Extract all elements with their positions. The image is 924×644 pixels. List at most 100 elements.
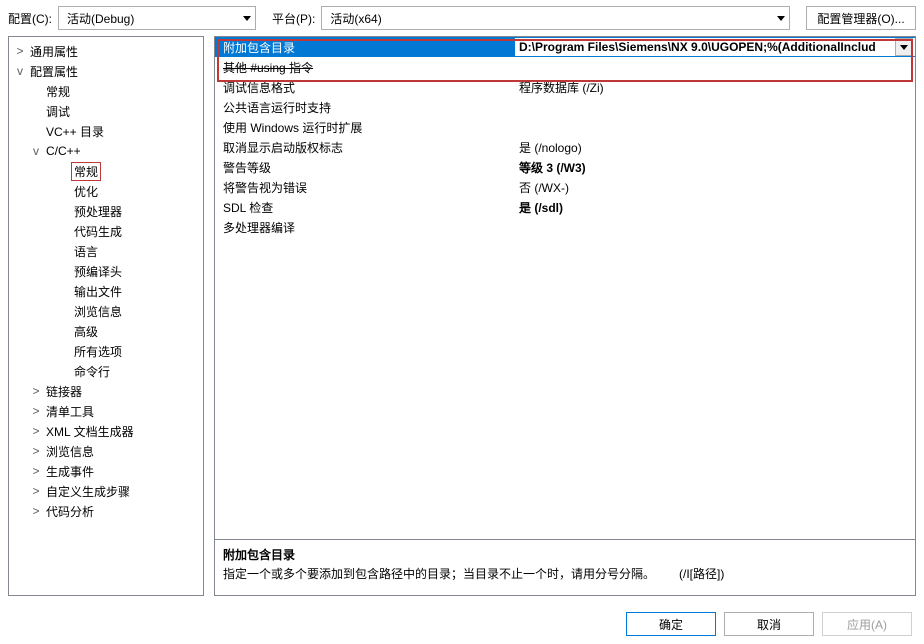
tree-label: VC++ 目录 [43, 122, 107, 141]
property-name: 附加包含目录 [215, 39, 515, 56]
tree-label: 调试 [43, 102, 73, 121]
platform-select[interactable]: 活动(x64) [321, 6, 790, 30]
property-row[interactable]: 附加包含目录D:\Program Files\Siemens\NX 9.0\UG… [215, 37, 915, 57]
tree-label: 常规 [43, 82, 73, 101]
property-row[interactable]: 公共语言运行时支持 [215, 97, 915, 117]
property-name: 其他 #using 指令 [215, 59, 515, 76]
tree-label: 预处理器 [71, 202, 125, 221]
property-row[interactable]: 多处理器编译 [215, 217, 915, 237]
tree-item[interactable]: 浏览信息 [9, 301, 203, 321]
platform-value: 活动(x64) [330, 10, 381, 27]
property-value[interactable]: 程序数据库 (/Zi) [515, 79, 915, 96]
tree-label: 通用属性 [27, 42, 81, 61]
dropdown-button[interactable] [895, 38, 913, 56]
property-row[interactable]: 警告等级等级 3 (/W3) [215, 157, 915, 177]
platform-label: 平台(P): [272, 10, 315, 27]
tree-item[interactable]: 常规 [9, 161, 203, 181]
description-panel: 附加包含目录 指定一个或多个要添加到包含路径中的目录；当目录不止一个时，请用分号… [215, 539, 915, 595]
tree-item[interactable]: vC/C++ [9, 141, 203, 161]
tree-label: 常规 [71, 162, 101, 181]
config-select[interactable]: 活动(Debug) [58, 6, 256, 30]
tree-item[interactable]: >清单工具 [9, 401, 203, 421]
tree-item[interactable]: >代码分析 [9, 501, 203, 521]
chevron-right-icon[interactable]: > [29, 504, 43, 518]
tree-label: C/C++ [43, 143, 84, 159]
tree-item[interactable]: >浏览信息 [9, 441, 203, 461]
property-name: 使用 Windows 运行时扩展 [215, 119, 515, 136]
tree-label: 配置属性 [27, 62, 81, 81]
property-row[interactable]: 其他 #using 指令 [215, 57, 915, 77]
chevron-down-icon [243, 16, 251, 21]
tree-item[interactable]: >链接器 [9, 381, 203, 401]
tree-item[interactable]: >通用属性 [9, 41, 203, 61]
tree-item[interactable]: v配置属性 [9, 61, 203, 81]
chevron-right-icon[interactable]: > [29, 484, 43, 498]
tree-item[interactable]: >生成事件 [9, 461, 203, 481]
tree-label: 预编译头 [71, 262, 125, 281]
property-name: 警告等级 [215, 159, 515, 176]
property-row[interactable]: 调试信息格式程序数据库 (/Zi) [215, 77, 915, 97]
chevron-down-icon [777, 16, 785, 21]
tree-item[interactable]: >自定义生成步骤 [9, 481, 203, 501]
tree-label: 语言 [71, 242, 101, 261]
tree-item[interactable]: 预编译头 [9, 261, 203, 281]
description-text: 指定一个或多个要添加到包含路径中的目录；当目录不止一个时，请用分号分隔。 (/I… [223, 565, 907, 582]
property-tree[interactable]: >通用属性v配置属性常规调试VC++ 目录vC/C++常规优化预处理器代码生成语… [8, 36, 204, 596]
property-name: 取消显示启动版权标志 [215, 139, 515, 156]
apply-button[interactable]: 应用(A) [822, 612, 912, 636]
chevron-right-icon[interactable]: > [29, 444, 43, 458]
property-name: 公共语言运行时支持 [215, 99, 515, 116]
config-value: 活动(Debug) [67, 10, 134, 27]
property-row[interactable]: 使用 Windows 运行时扩展 [215, 117, 915, 137]
chevron-right-icon[interactable]: > [29, 384, 43, 398]
tree-label: 高级 [71, 322, 101, 341]
chevron-down-icon [900, 45, 908, 50]
tree-item[interactable]: 调试 [9, 101, 203, 121]
property-value[interactable]: 等级 3 (/W3) [515, 159, 915, 176]
property-row[interactable]: SDL 检查是 (/sdl) [215, 197, 915, 217]
ok-button[interactable]: 确定 [626, 612, 716, 636]
config-label: 配置(C): [8, 10, 52, 27]
tree-label: 输出文件 [71, 282, 125, 301]
property-name: 多处理器编译 [215, 219, 515, 236]
tree-item[interactable]: VC++ 目录 [9, 121, 203, 141]
cancel-button[interactable]: 取消 [724, 612, 814, 636]
tree-label: 自定义生成步骤 [43, 482, 133, 501]
tree-label: 代码生成 [71, 222, 125, 241]
property-grid: 附加包含目录D:\Program Files\Siemens\NX 9.0\UG… [215, 37, 915, 539]
tree-item[interactable]: 常规 [9, 81, 203, 101]
tree-label: 优化 [71, 182, 101, 201]
property-value[interactable]: 是 (/nologo) [515, 139, 915, 156]
chevron-down-icon[interactable]: v [13, 64, 27, 78]
tree-item[interactable]: 优化 [9, 181, 203, 201]
tree-label: 链接器 [43, 382, 85, 401]
chevron-right-icon[interactable]: > [29, 424, 43, 438]
property-name: SDL 检查 [215, 199, 515, 216]
tree-label: 所有选项 [71, 342, 125, 361]
chevron-right-icon[interactable]: > [29, 464, 43, 478]
property-row[interactable]: 取消显示启动版权标志是 (/nologo) [215, 137, 915, 157]
property-row[interactable]: 将警告视为错误否 (/WX-) [215, 177, 915, 197]
tree-item[interactable]: 高级 [9, 321, 203, 341]
property-value[interactable]: 是 (/sdl) [515, 199, 915, 216]
tree-item[interactable]: 语言 [9, 241, 203, 261]
tree-label: 浏览信息 [43, 442, 97, 461]
chevron-right-icon[interactable]: > [29, 404, 43, 418]
description-title: 附加包含目录 [223, 546, 907, 563]
tree-label: XML 文档生成器 [43, 422, 137, 441]
property-value[interactable]: 否 (/WX-) [515, 179, 915, 196]
tree-item[interactable]: 输出文件 [9, 281, 203, 301]
tree-label: 生成事件 [43, 462, 97, 481]
chevron-right-icon[interactable]: > [13, 44, 27, 58]
tree-item[interactable]: 命令行 [9, 361, 203, 381]
config-manager-button[interactable]: 配置管理器(O)... [806, 6, 916, 30]
property-value[interactable]: D:\Program Files\Siemens\NX 9.0\UGOPEN;%… [515, 38, 915, 56]
tree-item[interactable]: 预处理器 [9, 201, 203, 221]
chevron-down-icon[interactable]: v [29, 144, 43, 158]
tree-item[interactable]: 代码生成 [9, 221, 203, 241]
property-name: 将警告视为错误 [215, 179, 515, 196]
tree-label: 浏览信息 [71, 302, 125, 321]
tree-item[interactable]: 所有选项 [9, 341, 203, 361]
tree-item[interactable]: >XML 文档生成器 [9, 421, 203, 441]
tree-label: 清单工具 [43, 402, 97, 421]
